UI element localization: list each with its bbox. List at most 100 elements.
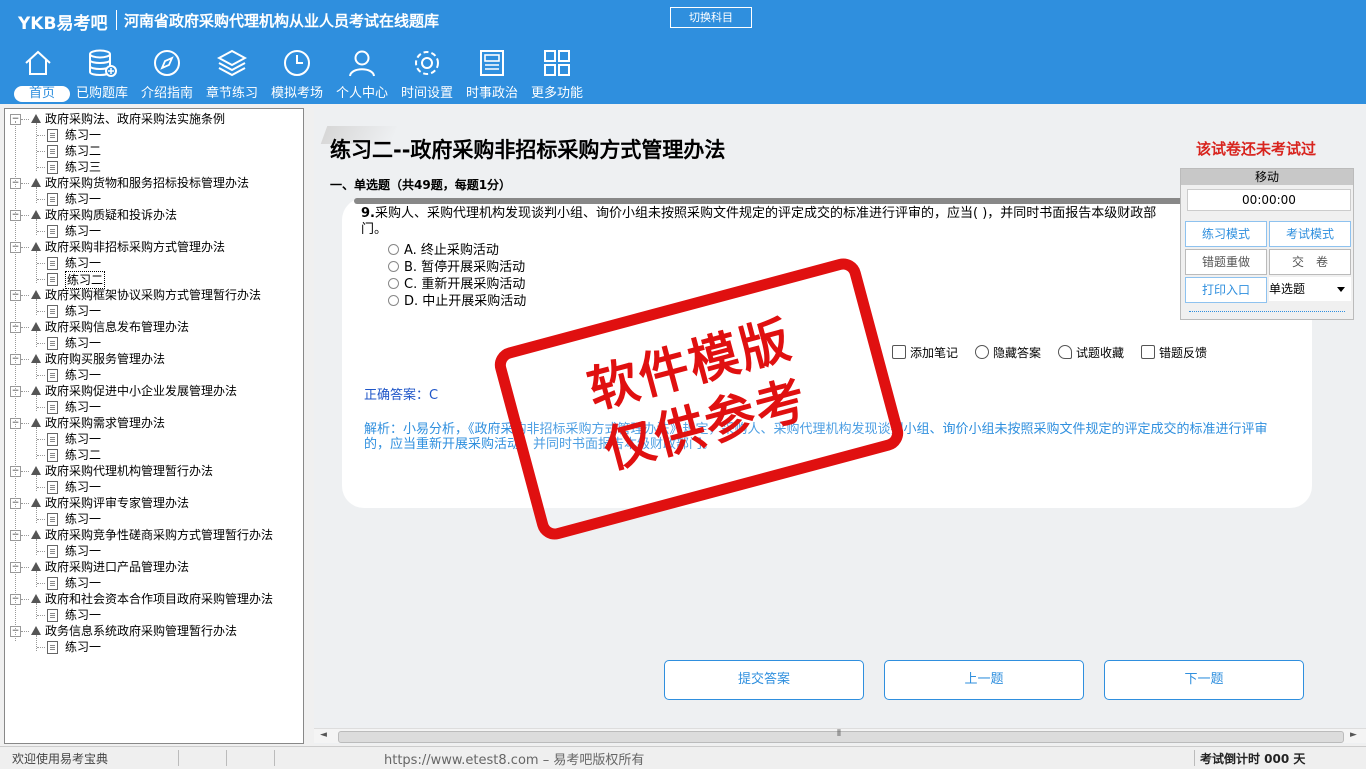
favorite-button[interactable]: 试题收藏 — [1058, 344, 1124, 361]
tree-chapter[interactable]: − 政府采购法、政府采购法实施条例 — [5, 111, 301, 127]
switch-subject-button[interactable]: 切换科目 — [670, 7, 752, 28]
tree-exercise[interactable]: 练习二 — [5, 271, 301, 289]
tree-exercise[interactable]: 练习一 — [5, 255, 301, 271]
nav-home[interactable]: 首页 — [6, 48, 70, 104]
nav-purchased-banks[interactable]: 已购题库 — [70, 48, 134, 104]
option-b[interactable]: B. 暂停开展采购活动 — [388, 259, 525, 276]
tree-exercise[interactable]: 练习三 — [5, 159, 301, 175]
tree-chapter[interactable]: − 政务信息系统政府采购管理暂行办法 — [5, 623, 301, 639]
tree-chapter[interactable]: − 政府采购质疑和投诉办法 — [5, 207, 301, 223]
tree-chapter[interactable]: − 政府采购竞争性磋商采购方式管理暂行办法 — [5, 527, 301, 543]
tree-exercise[interactable]: 练习二 — [5, 143, 301, 159]
tree-chapter[interactable]: − 政府采购货物和服务招标投标管理办法 — [5, 175, 301, 191]
tree-chapter[interactable]: − 政府采购非招标采购方式管理办法 — [5, 239, 301, 255]
tree-chapter[interactable]: − 政府购买服务管理办法 — [5, 351, 301, 367]
radio-button[interactable] — [388, 261, 399, 272]
hide-answer-button[interactable]: 隐藏答案 — [975, 344, 1041, 361]
redo-wrong-button[interactable]: 错题重做 — [1185, 249, 1267, 275]
tree-exercise[interactable]: 练习一 — [5, 303, 301, 319]
chapter-label: 政府采购评审专家管理办法 — [45, 496, 190, 510]
exercise-label: 练习一 — [65, 608, 102, 622]
tool-label: 错题反馈 — [1159, 346, 1208, 360]
next-question-button[interactable]: 下一题 — [1104, 660, 1304, 700]
scroll-right-icon[interactable]: ► — [1350, 730, 1357, 740]
tree-chapter[interactable]: − 政府采购促进中小企业发展管理办法 — [5, 383, 301, 399]
feedback-button[interactable]: 错题反馈 — [1141, 344, 1207, 361]
tree-exercise[interactable]: 练习一 — [5, 639, 301, 655]
add-note-button[interactable]: 添加笔记 — [892, 344, 958, 361]
nav-mock-exam[interactable]: 模拟考场 — [265, 48, 329, 104]
hand-in-button[interactable]: 交 卷 — [1269, 249, 1351, 275]
question-type-select[interactable]: 单选题 — [1269, 277, 1351, 301]
nav-current-affairs[interactable]: 时事政治 — [460, 48, 524, 104]
panel-move-handle[interactable]: 移动 — [1181, 169, 1353, 185]
tree-exercise[interactable]: 练习一 — [5, 543, 301, 559]
horizontal-scrollbar[interactable]: ◄ ⦀ ► — [314, 728, 1366, 743]
scrollbar-thumb[interactable]: ⦀ — [338, 729, 1344, 743]
tree-connector — [37, 439, 45, 440]
tree-connector — [36, 251, 37, 283]
print-button[interactable]: 打印入口 — [1185, 277, 1267, 303]
tree-connector — [36, 427, 37, 459]
scroll-left-icon[interactable]: ◄ — [320, 730, 327, 740]
tree-connector — [37, 487, 45, 488]
tree-chapter[interactable]: − 政府采购进口产品管理办法 — [5, 559, 301, 575]
chapter-icon — [31, 210, 41, 219]
nav-label: 首页 — [14, 86, 70, 102]
tree-exercise[interactable]: 练习一 — [5, 191, 301, 207]
tree-connector — [37, 279, 45, 280]
previous-question-button[interactable]: 上一题 — [884, 660, 1084, 700]
tree-connector — [37, 551, 45, 552]
tree-connector — [37, 343, 45, 344]
tree-exercise[interactable]: 练习一 — [5, 335, 301, 351]
tree-exercise[interactable]: 练习一 — [5, 223, 301, 239]
nav-guide[interactable]: 介绍指南 — [135, 48, 199, 104]
tree-exercise[interactable]: 练习一 — [5, 367, 301, 383]
tree-chapter[interactable]: − 政府采购需求管理办法 — [5, 415, 301, 431]
tree-exercise[interactable]: 练习一 — [5, 511, 301, 527]
practice-mode-button[interactable]: 练习模式 — [1185, 221, 1267, 247]
tree-connector — [36, 475, 37, 491]
nav-chapter-practice[interactable]: 章节练习 — [200, 48, 264, 104]
tree-chapter[interactable]: − 政府采购信息发布管理办法 — [5, 319, 301, 335]
document-icon — [47, 145, 58, 158]
nav-time-settings[interactable]: 时间设置 — [395, 48, 459, 104]
chapter-label: 政府采购进口产品管理办法 — [45, 560, 190, 574]
tree-exercise[interactable]: 练习一 — [5, 575, 301, 591]
nav-more-functions[interactable]: 更多功能 — [525, 48, 589, 104]
exam-mode-button[interactable]: 考试模式 — [1269, 221, 1351, 247]
tree-connector — [36, 299, 37, 315]
chapter-icon — [31, 498, 41, 507]
heart-icon — [1058, 345, 1072, 359]
exercise-label: 练习一 — [65, 512, 102, 526]
tree-chapter[interactable]: − 政府和社会资本合作项目政府采购管理办法 — [5, 591, 301, 607]
option-d[interactable]: D. 中止开展采购活动 — [388, 293, 526, 310]
radio-button[interactable] — [388, 244, 399, 255]
submit-answer-button[interactable]: 提交答案 — [664, 660, 864, 700]
section-header: 一、单选题（共49题，每题1分） — [330, 178, 512, 192]
chapter-label: 政府和社会资本合作项目政府采购管理办法 — [45, 592, 274, 606]
chapter-label: 政府采购促进中小企业发展管理办法 — [45, 384, 238, 398]
tree-connector — [21, 503, 29, 504]
tree-chapter[interactable]: − 政府采购代理机构管理暂行办法 — [5, 463, 301, 479]
exam-control-panel[interactable]: 移动 00:00:00 练习模式 考试模式 错题重做 交 卷 打印入口 单选题 — [1180, 168, 1354, 320]
tree-chapter[interactable]: − 政府采购评审专家管理办法 — [5, 495, 301, 511]
tree-exercise[interactable]: 练习二 — [5, 447, 301, 463]
nav-personal-center[interactable]: 个人中心 — [330, 48, 394, 104]
option-a[interactable]: A. 终止采购活动 — [388, 242, 499, 259]
tree-connector — [36, 603, 37, 619]
tree-exercise[interactable]: 练习一 — [5, 479, 301, 495]
radio-button[interactable] — [388, 278, 399, 289]
tree-chapter[interactable]: − 政府采购框架协议采购方式管理暂行办法 — [5, 287, 301, 303]
nav-label: 时间设置 — [400, 86, 453, 101]
option-c[interactable]: C. 重新开展采购活动 — [388, 276, 525, 293]
tree-exercise[interactable]: 练习一 — [5, 607, 301, 623]
tree-exercise[interactable]: 练习一 — [5, 431, 301, 447]
chapter-label: 政府采购信息发布管理办法 — [45, 320, 190, 334]
tree-exercise[interactable]: 练习一 — [5, 399, 301, 415]
tree-exercise[interactable]: 练习一 — [5, 127, 301, 143]
exercise-label: 练习一 — [65, 432, 102, 446]
document-icon — [47, 449, 58, 462]
chapter-tree[interactable]: − 政府采购法、政府采购法实施条例 练习一 练习二 练习三 − 政府采购货物和服务招标投标管… — [4, 108, 304, 744]
radio-button[interactable] — [388, 295, 399, 306]
